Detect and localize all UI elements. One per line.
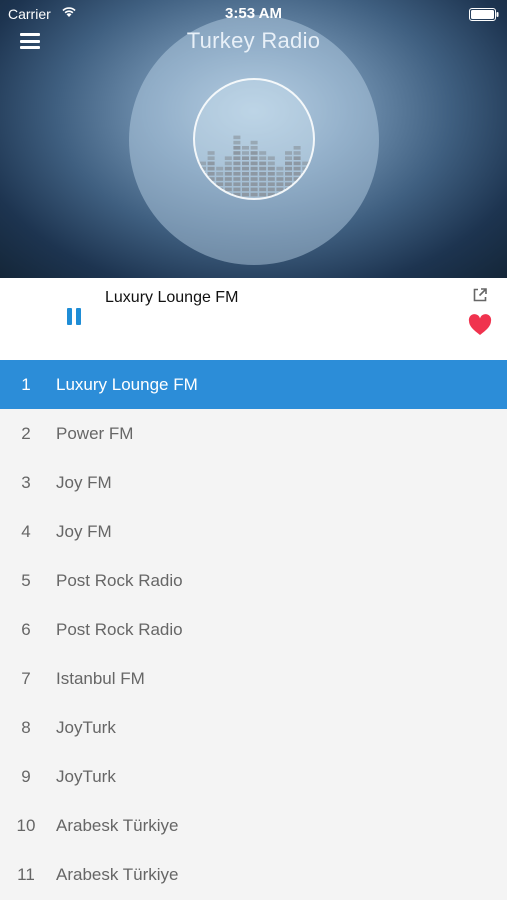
station-row[interactable]: 5 Post Rock Radio bbox=[0, 556, 507, 605]
station-row[interactable]: 8 JoyTurk bbox=[0, 703, 507, 752]
station-number: 6 bbox=[21, 619, 31, 639]
equalizer-artwork bbox=[193, 78, 315, 200]
station-name: Joy FM bbox=[56, 521, 112, 541]
station-row[interactable]: 4 Joy FM bbox=[0, 507, 507, 556]
station-name: Arabesk Türkiye bbox=[56, 864, 179, 884]
station-row[interactable]: 10 Arabesk Türkiye bbox=[0, 801, 507, 850]
station-name: Power FM bbox=[56, 423, 134, 443]
station-name: JoyTurk bbox=[56, 766, 116, 786]
external-link-icon[interactable] bbox=[472, 287, 488, 303]
pause-button[interactable] bbox=[64, 306, 84, 328]
station-name: Luxury Lounge FM bbox=[56, 374, 198, 394]
station-name: Arabesk Türkiye bbox=[56, 815, 179, 835]
status-time: 3:53 AM bbox=[225, 5, 282, 22]
station-row[interactable]: 1 Luxury Lounge FM bbox=[0, 360, 507, 409]
station-number: 1 bbox=[21, 374, 31, 394]
station-name: Istanbul FM bbox=[56, 668, 145, 688]
station-number: 11 bbox=[17, 864, 35, 884]
station-name: Post Rock Radio bbox=[56, 619, 183, 639]
station-number: 2 bbox=[21, 423, 31, 443]
app-title: Turkey Radio bbox=[186, 28, 321, 53]
station-number: 5 bbox=[21, 570, 31, 590]
station-name: JoyTurk bbox=[56, 717, 116, 737]
station-list: 1 Luxury Lounge FM 2 Power FM 3 Joy FM 4 Joy FM… bbox=[0, 360, 507, 899]
station-name: Post Rock Radio bbox=[56, 570, 183, 590]
status-bar: Carrier 3:53 AM bbox=[0, 0, 507, 28]
station-row[interactable]: 7 Istanbul FM bbox=[0, 654, 507, 703]
station-name: Joy FM bbox=[56, 472, 112, 492]
station-number: 9 bbox=[21, 766, 31, 786]
station-number: 7 bbox=[21, 668, 31, 688]
station-number: 4 bbox=[21, 521, 31, 541]
station-number: 10 bbox=[16, 815, 36, 835]
now-playing-bar: Luxury Lounge FM bbox=[0, 278, 507, 360]
station-number: 8 bbox=[21, 717, 31, 737]
station-row[interactable]: 6 Post Rock Radio bbox=[0, 605, 507, 654]
header-artwork: Carrier 3:53 AM Turkey Radio bbox=[0, 0, 507, 278]
station-row[interactable]: 3 Joy FM bbox=[0, 458, 507, 507]
station-row[interactable]: 2 Power FM bbox=[0, 409, 507, 458]
station-row[interactable]: 11 Arabesk Türkiye bbox=[0, 850, 507, 899]
heart-icon[interactable] bbox=[468, 314, 492, 336]
station-number: 3 bbox=[21, 472, 31, 492]
station-row[interactable]: 9 JoyTurk bbox=[0, 752, 507, 801]
pause-icon bbox=[67, 308, 72, 325]
battery-icon bbox=[469, 8, 499, 21]
now-playing-title: Luxury Lounge FM bbox=[105, 289, 239, 306]
equalizer-icon bbox=[199, 135, 310, 197]
